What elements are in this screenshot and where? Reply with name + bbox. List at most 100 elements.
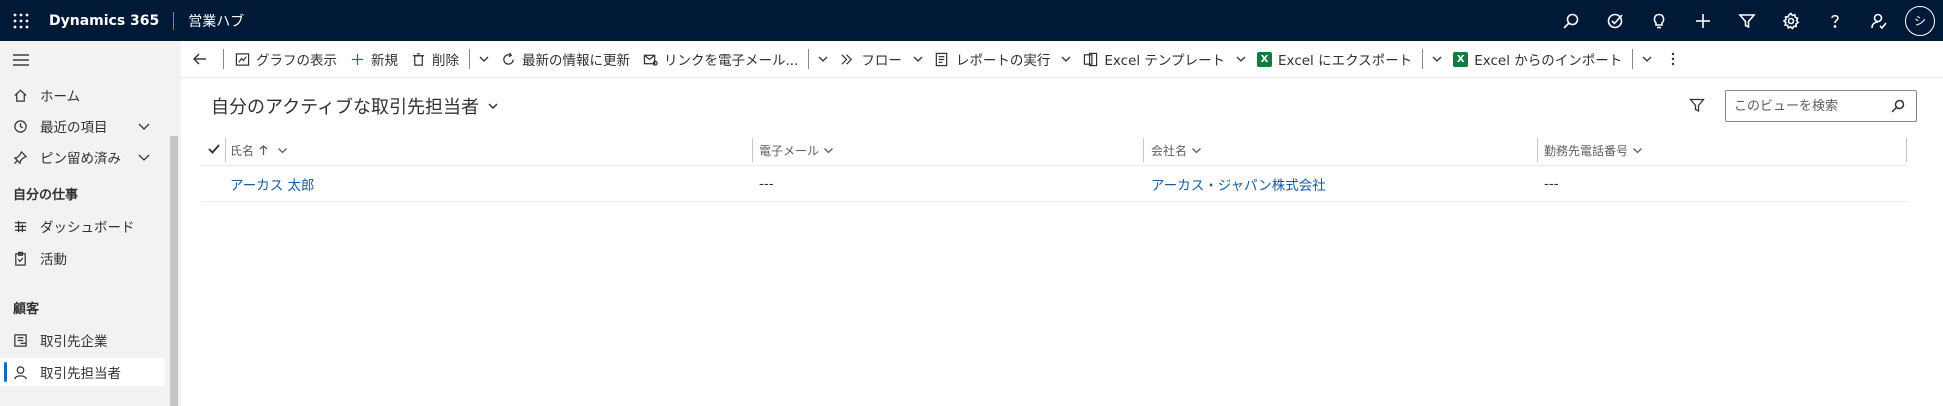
chevron-down-icon[interactable]: [137, 150, 151, 164]
search-icon[interactable]: [1886, 94, 1910, 118]
hamburger-menu-icon[interactable]: [12, 53, 30, 67]
run-report-label: レポートの実行: [955, 53, 1051, 69]
app-launcher-icon[interactable]: [0, 0, 42, 41]
section-my-work: 自分の仕事: [13, 188, 79, 203]
chevron-down-icon: [824, 147, 833, 153]
sidebar-item-dashboards[interactable]: ダッシュボード: [0, 212, 165, 240]
excel-icon: X: [1453, 51, 1469, 67]
column-header-label: 氏名: [230, 143, 255, 158]
column-separator: [1143, 138, 1144, 162]
plus-icon[interactable]: [1681, 0, 1725, 41]
column-separator: [1906, 138, 1907, 162]
delete-label: 削除: [432, 53, 459, 69]
show-chart-button[interactable]: グラフの表示: [228, 41, 343, 78]
sidebar-item-label: ピン留め済み: [40, 151, 121, 167]
building-icon: [12, 332, 28, 348]
report-chevron-icon[interactable]: [1056, 41, 1076, 78]
lightbulb-icon[interactable]: [1637, 0, 1681, 41]
sidebar-item-pinned[interactable]: ピン留め済み: [0, 143, 165, 171]
chart-icon: [234, 51, 250, 67]
command-separator: [223, 49, 224, 69]
select-all-checkbox[interactable]: [207, 142, 223, 158]
grid-header: 氏名 電子メール 会社名 勤務先電話番号: [201, 134, 1908, 166]
clock-icon: [12, 118, 28, 134]
column-header-business-phone[interactable]: 勤務先電話番号: [1544, 134, 1643, 166]
chevron-down-icon: [1633, 147, 1642, 153]
view-title: 自分のアクティブな取引先担当者: [211, 97, 480, 118]
feedback-icon[interactable]: [1857, 0, 1901, 41]
chevron-down-icon[interactable]: [137, 119, 151, 133]
chevron-down-icon: [1192, 147, 1201, 153]
import-chevron-icon[interactable]: [1637, 41, 1657, 78]
table-row[interactable]: アーカス 太郎 --- アーカス・ジャパン株式会社 ---: [201, 166, 1908, 202]
excel-icon: X: [1257, 51, 1273, 67]
search-icon[interactable]: [1549, 0, 1593, 41]
filter-icon[interactable]: [1725, 0, 1769, 41]
sidebar-item-label: 活動: [40, 252, 67, 268]
export-excel-button[interactable]: X Excel にエクスポート: [1251, 41, 1418, 78]
import-excel-button[interactable]: X Excel からのインポート: [1447, 41, 1628, 78]
pin-icon: [12, 149, 28, 165]
flow-chevron-icon[interactable]: [908, 41, 928, 78]
section-customers: 顧客: [13, 302, 40, 317]
business-phone-cell: ---: [1544, 176, 1559, 192]
column-header-name[interactable]: 氏名: [230, 134, 288, 166]
company-name-link[interactable]: アーカス・ジャパン株式会社: [1151, 166, 1326, 202]
export-chevron-icon[interactable]: [1427, 41, 1447, 78]
top-icon-group: シ: [1549, 0, 1943, 41]
command-bar: グラフの表示 新規 削除 最新の情報に更新 リンクを電子メール... フロー レ…: [181, 41, 1943, 78]
flow-icon: [839, 51, 855, 67]
email-link-label: リンクを電子メール...: [664, 53, 799, 69]
command-separator: [808, 49, 810, 69]
excel-template-label: Excel テンプレート: [1104, 53, 1226, 69]
email-cell: ---: [759, 176, 774, 192]
email-link-icon: [642, 51, 658, 67]
search-input[interactable]: [1726, 92, 1886, 120]
sidebar-item-label: 最近の項目: [40, 120, 108, 136]
contact-name-link[interactable]: アーカス 太郎: [230, 166, 314, 202]
sidebar-item-accounts[interactable]: 取引先企業: [0, 326, 165, 354]
refresh-button[interactable]: 最新の情報に更新: [494, 41, 636, 78]
settings-icon[interactable]: [1769, 0, 1813, 41]
more-email-chevron-icon[interactable]: [813, 41, 833, 78]
column-separator: [225, 138, 226, 162]
more-commands-icon[interactable]: [1657, 41, 1689, 78]
sidebar-scrollbar[interactable]: [167, 82, 181, 406]
more-delete-chevron-icon[interactable]: [474, 41, 494, 78]
export-excel-label: Excel にエクスポート: [1278, 53, 1413, 69]
email-link-button[interactable]: リンクを電子メール...: [636, 41, 804, 78]
sidebar-item-contacts[interactable]: 取引先担当者: [0, 358, 165, 386]
column-separator: [1537, 138, 1538, 162]
run-report-button[interactable]: レポートの実行: [928, 41, 1057, 78]
flow-label: フロー: [861, 53, 902, 69]
scrollbar-thumb[interactable]: [170, 136, 178, 406]
command-separator: [1632, 49, 1634, 69]
chevron-down-icon: [488, 103, 498, 110]
column-header-email[interactable]: 電子メール: [759, 134, 834, 166]
view-search-box[interactable]: [1725, 90, 1917, 122]
column-header-label: 会社名: [1151, 143, 1188, 158]
back-button[interactable]: [181, 41, 219, 78]
app-name[interactable]: Dynamics 365: [49, 13, 159, 29]
sidebar-item-label: ダッシュボード: [40, 220, 135, 236]
sidebar-item-activities[interactable]: 活動: [0, 244, 165, 272]
user-avatar[interactable]: シ: [1905, 5, 1935, 36]
column-header-company[interactable]: 会社名: [1151, 134, 1202, 166]
sidebar-item-home[interactable]: ホーム: [0, 81, 165, 109]
refresh-icon: [500, 51, 516, 67]
command-separator: [469, 49, 470, 69]
flow-button[interactable]: フロー: [833, 41, 908, 78]
new-button[interactable]: 新規: [343, 41, 404, 78]
task-flow-icon[interactable]: [1593, 0, 1637, 41]
sidebar-item-recent[interactable]: 最近の項目: [0, 112, 165, 140]
sidebar: ホーム 最近の項目 ピン留め済み 自分の仕事 ダッシュボード 活動 顧客 取引先…: [0, 41, 181, 406]
sidebar-item-label: ホーム: [40, 89, 81, 105]
refresh-label: 最新の情報に更新: [522, 53, 630, 69]
help-icon[interactable]: [1813, 0, 1857, 41]
edit-filters-icon[interactable]: [1689, 97, 1707, 115]
excel-template-chevron-icon[interactable]: [1231, 41, 1251, 78]
delete-button[interactable]: 削除: [404, 41, 465, 78]
hub-name: 営業ハブ: [188, 13, 245, 30]
excel-template-button[interactable]: Excel テンプレート: [1076, 41, 1231, 78]
view-selector[interactable]: 自分のアクティブな取引先担当者: [211, 93, 500, 119]
